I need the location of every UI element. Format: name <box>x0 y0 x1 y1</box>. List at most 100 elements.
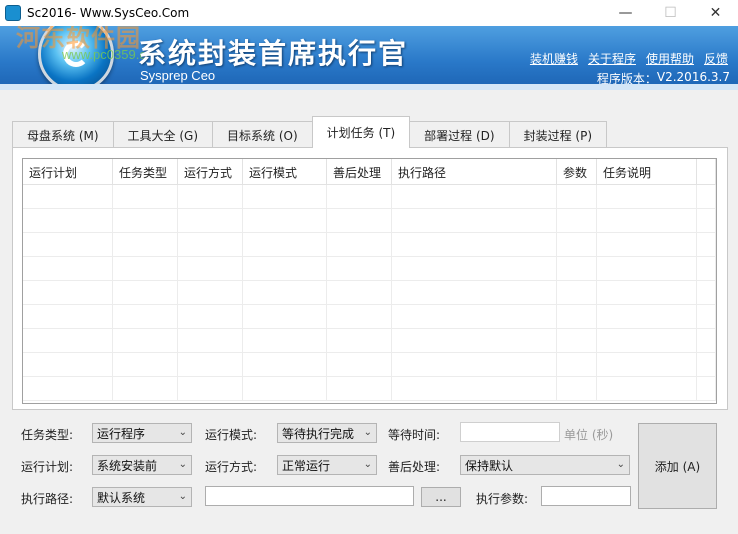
table-cell <box>327 353 392 377</box>
table-row <box>23 353 716 377</box>
minimize-button[interactable]: — <box>603 0 648 26</box>
tab-scheduled-tasks[interactable]: 计划任务 (T) <box>311 116 411 148</box>
column-description[interactable]: 任务说明 <box>597 159 697 185</box>
table-cell <box>597 329 697 353</box>
table-cell <box>113 185 178 209</box>
table-cell <box>23 377 113 401</box>
table-cell <box>113 329 178 353</box>
table-cell <box>243 377 327 401</box>
add-button[interactable]: 添加 (A) <box>638 423 717 509</box>
table-cell <box>597 233 697 257</box>
chevron-down-icon: ⌄ <box>363 427 372 438</box>
task-table[interactable]: 运行计划 任务类型 运行方式 运行模式 善后处理 执行路径 参数 任务说明 <box>22 158 717 404</box>
column-exec-path[interactable]: 执行路径 <box>392 159 557 185</box>
column-run-mode[interactable]: 运行模式 <box>243 159 327 185</box>
table-cell <box>23 353 113 377</box>
exec-path-input[interactable] <box>205 486 414 506</box>
table-cell <box>597 281 697 305</box>
table-cell <box>392 185 557 209</box>
table-cell <box>597 257 697 281</box>
column-aftercare[interactable]: 善后处理 <box>327 159 392 185</box>
table-cell <box>327 281 392 305</box>
run-method-select[interactable]: 正常运行 ⌄ <box>277 455 377 475</box>
tab-master-system[interactable]: 母盘系统 (M) <box>12 121 114 148</box>
chevron-down-icon: ⌄ <box>178 491 187 502</box>
column-run-method[interactable]: 运行方式 <box>178 159 243 185</box>
table-cell <box>697 329 716 353</box>
table-cell <box>597 377 697 401</box>
table-cell <box>697 185 716 209</box>
run-plan-label: 运行计划: <box>21 460 74 474</box>
wait-time-label: 等待时间: <box>388 428 441 442</box>
link-earn-money[interactable]: 装机赚钱 <box>530 50 578 67</box>
task-type-label: 任务类型: <box>21 428 74 442</box>
aftercare-select[interactable]: 保持默认 ⌄ <box>460 455 630 475</box>
run-plan-select[interactable]: 系统安装前 ⌄ <box>92 455 192 475</box>
run-mode-label: 运行模式: <box>205 428 258 442</box>
maximize-button[interactable]: ☐ <box>648 0 693 26</box>
table-cell <box>392 233 557 257</box>
table-cell <box>23 329 113 353</box>
aftercare-value: 保持默认 <box>465 458 514 473</box>
column-run-plan[interactable]: 运行计划 <box>23 159 113 185</box>
task-type-select[interactable]: 运行程序 ⌄ <box>92 423 192 443</box>
column-params[interactable]: 参数 <box>557 159 597 185</box>
table-row <box>23 377 716 401</box>
table-cell <box>697 233 716 257</box>
table-cell <box>113 281 178 305</box>
chevron-down-icon: ⌄ <box>363 459 372 470</box>
app-subtitle: Sysprep Ceo <box>140 68 216 83</box>
table-cell <box>113 233 178 257</box>
table-cell <box>557 209 597 233</box>
table-cell <box>557 281 597 305</box>
run-mode-value: 等待执行完成 <box>282 426 355 441</box>
app-title: 系统封装首席执行官 <box>138 37 409 70</box>
table-cell <box>392 305 557 329</box>
table-cell <box>392 353 557 377</box>
tab-target-system[interactable]: 目标系统 (O) <box>212 121 313 148</box>
table-cell <box>557 257 597 281</box>
exec-path-label: 执行路径: <box>21 492 74 506</box>
table-body <box>23 185 716 401</box>
table-row <box>23 329 716 353</box>
table-cell <box>243 209 327 233</box>
table-cell <box>243 233 327 257</box>
table-cell <box>23 281 113 305</box>
exec-path-select[interactable]: 默认系统 ⌄ <box>92 487 192 507</box>
run-mode-select[interactable]: 等待执行完成 ⌄ <box>277 423 377 443</box>
link-about[interactable]: 关于程序 <box>588 50 636 67</box>
table-cell <box>597 209 697 233</box>
table-cell <box>243 353 327 377</box>
table-cell <box>178 377 243 401</box>
table-row <box>23 257 716 281</box>
table-cell <box>392 281 557 305</box>
wait-time-input[interactable] <box>460 422 560 442</box>
browse-button[interactable]: ... <box>421 487 461 507</box>
tab-package-process[interactable]: 封装过程 (P) <box>508 121 608 148</box>
table-row <box>23 305 716 329</box>
chevron-down-icon: ⌄ <box>178 427 187 438</box>
table-cell <box>392 329 557 353</box>
table-cell <box>327 377 392 401</box>
table-cell <box>557 233 597 257</box>
top-links: 装机赚钱 关于程序 使用帮助 反馈 <box>530 50 728 67</box>
close-button[interactable]: ✕ <box>693 0 738 26</box>
table-cell <box>697 353 716 377</box>
table-cell <box>178 329 243 353</box>
table-cell <box>243 185 327 209</box>
table-row <box>23 209 716 233</box>
table-cell <box>113 209 178 233</box>
tab-bar: 母盘系统 (M) 工具大全 (G) 目标系统 (O) 计划任务 (T) 部署过程… <box>12 116 608 148</box>
table-cell <box>327 329 392 353</box>
tab-deploy-process[interactable]: 部署过程 (D) <box>409 121 510 148</box>
table-cell <box>697 305 716 329</box>
title-bar: Sc2016- Www.SysCeo.Com — ☐ ✕ <box>0 0 738 26</box>
table-cell <box>327 305 392 329</box>
table-header: 运行计划 任务类型 运行方式 运行模式 善后处理 执行路径 参数 任务说明 <box>23 159 716 185</box>
table-cell <box>697 377 716 401</box>
link-help[interactable]: 使用帮助 <box>646 50 694 67</box>
exec-params-input[interactable] <box>541 486 631 506</box>
column-task-type[interactable]: 任务类型 <box>113 159 178 185</box>
tab-tools[interactable]: 工具大全 (G) <box>112 121 214 148</box>
link-feedback[interactable]: 反馈 <box>704 50 728 67</box>
